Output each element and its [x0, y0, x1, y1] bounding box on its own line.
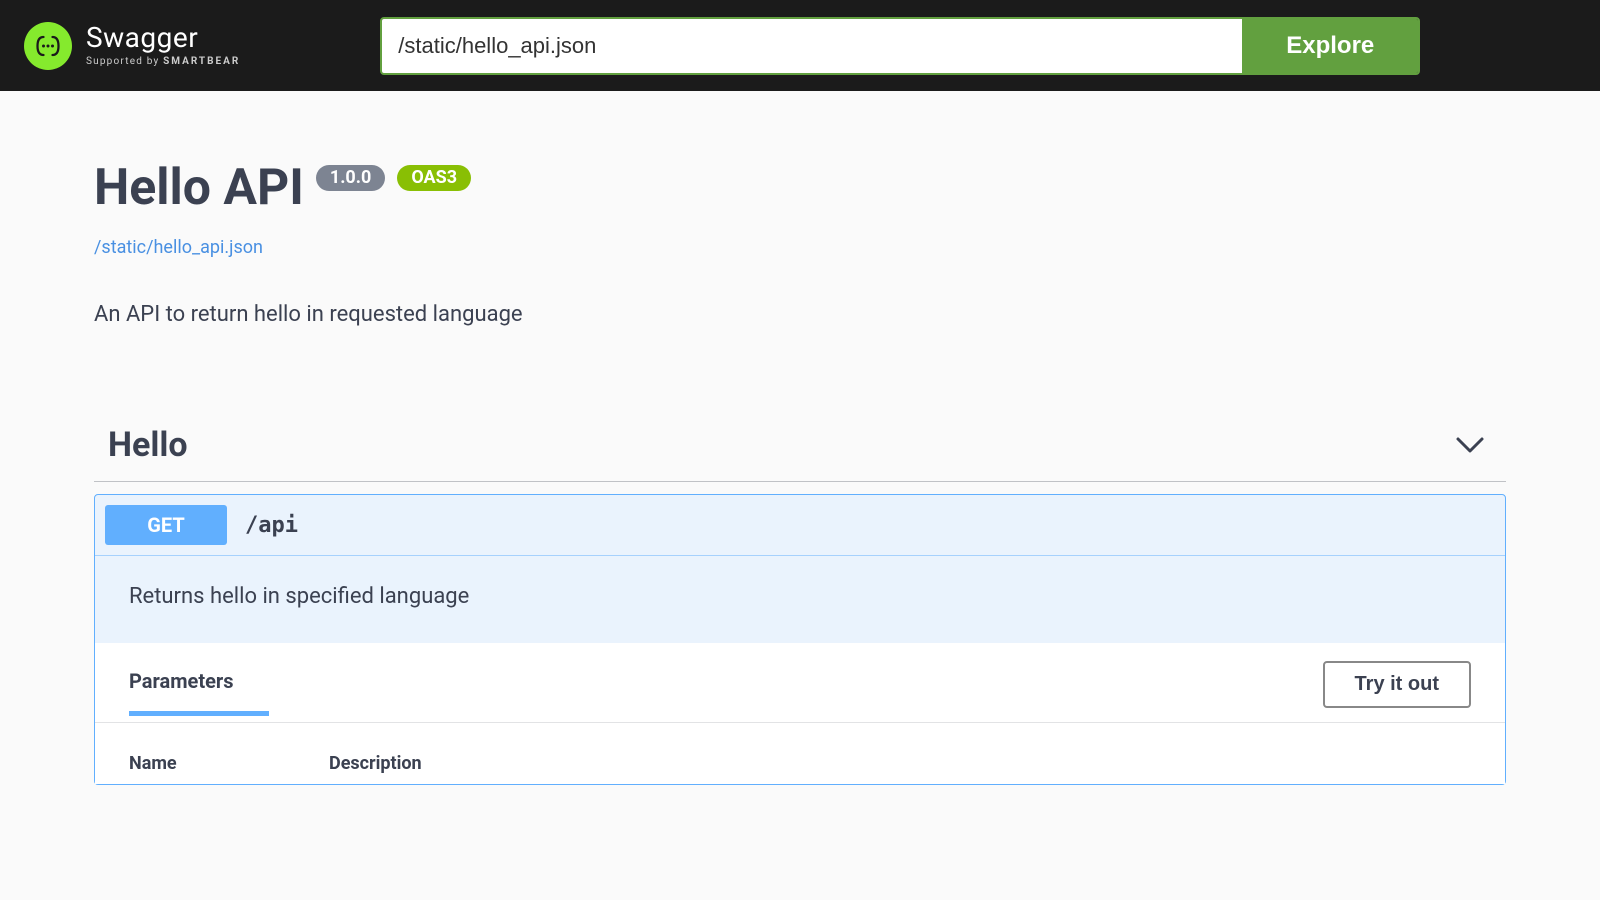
- swagger-logo[interactable]: Swagger Supported by SMARTBEAR: [24, 22, 240, 70]
- tag-header[interactable]: Hello: [94, 407, 1506, 482]
- column-header-name: Name: [129, 753, 249, 774]
- spec-url-input[interactable]: [382, 19, 1242, 73]
- api-title: Hello API: [94, 159, 304, 217]
- operation-summary[interactable]: GET /api: [95, 495, 1505, 556]
- operation-block-get-api: GET /api Returns hello in specified lang…: [94, 494, 1506, 785]
- operation-description: Returns hello in specified language: [95, 556, 1505, 643]
- try-it-out-button[interactable]: Try it out: [1323, 661, 1471, 708]
- spec-url-link[interactable]: /static/hello_api.json: [94, 237, 263, 258]
- chevron-down-icon: [1454, 435, 1486, 455]
- logo-text: Swagger: [86, 24, 240, 52]
- parameters-tab-underline: [129, 711, 269, 716]
- version-badge: 1.0.0: [316, 165, 385, 191]
- api-description: An API to return hello in requested lang…: [94, 302, 1506, 327]
- parameters-table: Name Description: [95, 723, 1505, 784]
- topbar: Swagger Supported by SMARTBEAR Explore: [0, 0, 1600, 91]
- http-method-badge: GET: [105, 505, 227, 545]
- logo-subtext: Supported by SMARTBEAR: [86, 56, 240, 67]
- tag-name: Hello: [108, 425, 188, 465]
- swagger-logo-icon: [24, 22, 72, 70]
- parameters-header: Parameters Try it out: [95, 643, 1505, 723]
- spec-url-form: Explore: [380, 17, 1420, 75]
- column-header-description: Description: [329, 753, 422, 774]
- operation-path: /api: [245, 513, 298, 538]
- explore-button[interactable]: Explore: [1242, 19, 1418, 73]
- api-info: Hello API 1.0.0 OAS3 /static/hello_api.j…: [94, 91, 1506, 327]
- oas-badge: OAS3: [397, 165, 471, 191]
- parameters-title: Parameters: [129, 669, 269, 711]
